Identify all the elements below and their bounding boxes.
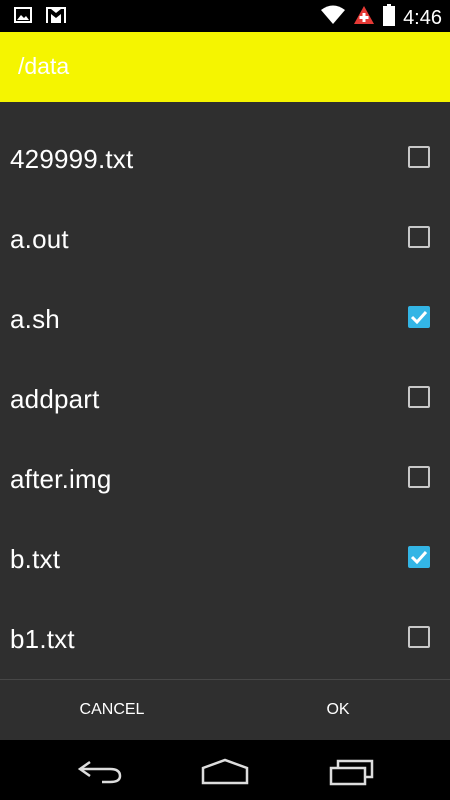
list-item[interactable]: after.img (0, 440, 450, 520)
file-list[interactable]: 429999.txt a.out a.sh addpart after.img … (0, 102, 450, 679)
gmail-icon (46, 7, 66, 28)
list-item-label: b1.txt (10, 624, 75, 654)
checkbox-checked[interactable] (408, 306, 430, 328)
navigation-bar (0, 740, 450, 800)
battery-icon (383, 4, 396, 31)
checkbox[interactable] (408, 146, 430, 168)
list-item[interactable]: addpart (0, 360, 450, 440)
clock: 4:46 (403, 6, 442, 29)
recent-apps-icon[interactable] (328, 756, 376, 791)
list-item-label: b.txt (10, 544, 61, 574)
checkbox[interactable] (408, 466, 430, 488)
list-item[interactable]: b1.txt (0, 600, 450, 679)
check-icon (411, 550, 427, 564)
image-notification-icon (14, 7, 32, 28)
back-icon[interactable] (76, 756, 124, 791)
dialog-buttons: CANCEL OK (0, 680, 450, 740)
status-bar: 4:46 (0, 0, 450, 32)
list-item-label: a.out (10, 224, 69, 254)
dialog-title-bar: /data (0, 32, 450, 102)
system-icons: 4:46 (321, 4, 442, 31)
list-item[interactable]: 429999.txt (0, 120, 450, 200)
list-item[interactable]: a.out (0, 200, 450, 280)
dialog-title: /data (18, 53, 70, 79)
cancel-button[interactable]: CANCEL (0, 680, 224, 740)
list-item-label: a.sh (10, 304, 60, 334)
checkbox[interactable] (408, 226, 430, 248)
list-item-label: after.img (10, 464, 112, 494)
wifi-icon (321, 5, 346, 30)
list-item[interactable]: a.sh (0, 280, 450, 360)
home-icon[interactable] (200, 756, 250, 791)
checkbox-checked[interactable] (408, 546, 430, 568)
list-item-label: addpart (10, 384, 100, 414)
check-icon (411, 310, 427, 324)
checkbox[interactable] (408, 626, 430, 648)
alert-icon (353, 5, 375, 30)
list-item[interactable]: b.txt (0, 520, 450, 600)
list-item-label: 429999.txt (10, 144, 134, 174)
checkbox[interactable] (408, 386, 430, 408)
notification-icons (14, 7, 66, 28)
ok-button[interactable]: OK (226, 680, 450, 740)
